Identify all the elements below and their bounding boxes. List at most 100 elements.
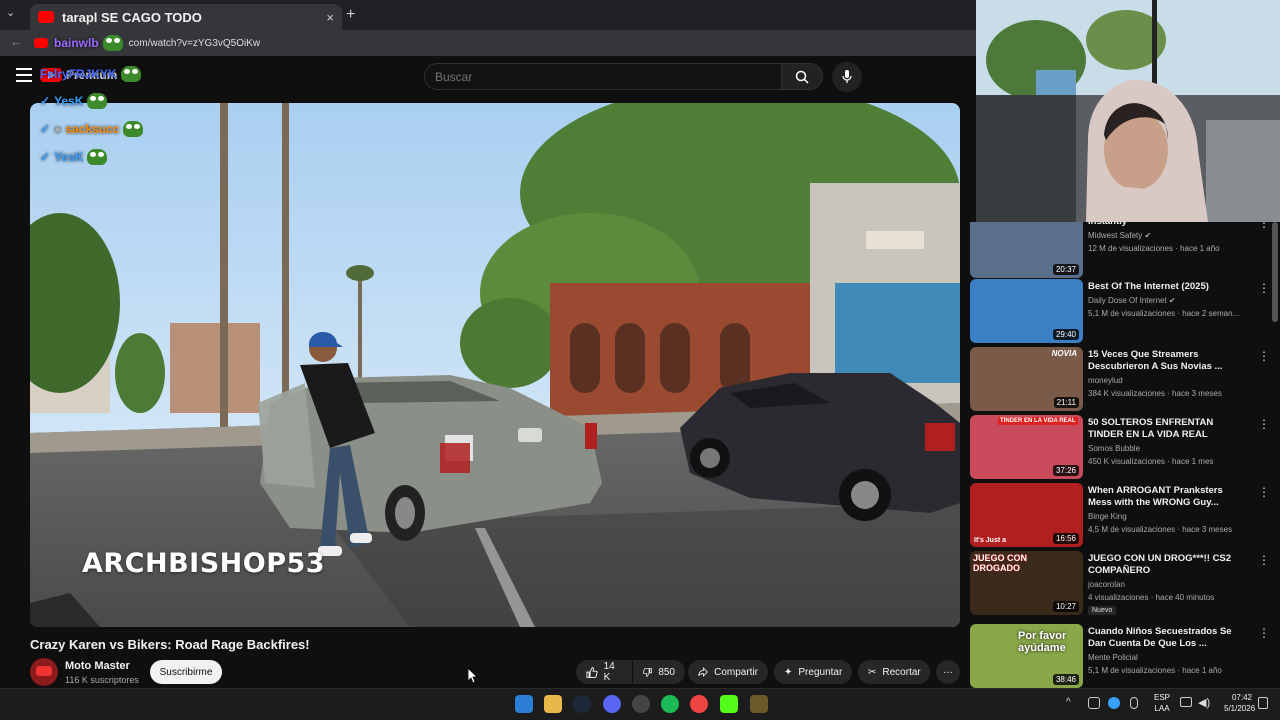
more-options-icon[interactable]: ⋮ (1258, 485, 1270, 499)
recommendation-title[interactable]: JUEGO CON UN DROG***!! CS2 COMPAÑERO (1088, 553, 1238, 577)
channel-name[interactable]: Moto Master (65, 660, 130, 672)
pepe-emote-icon (87, 93, 108, 109)
recommendation-title[interactable]: Best Of The Internet (2025) (1088, 281, 1238, 293)
sidebar-scrollbar[interactable] (1272, 222, 1278, 322)
spotify-icon[interactable] (661, 695, 679, 713)
recommendation-channel[interactable]: Somos Bubble (1088, 444, 1140, 453)
system-clock[interactable]: 07:42 5/1/2026 (1224, 692, 1255, 714)
channel-label: joacorolan (1088, 580, 1125, 589)
pepe-emote-icon (87, 149, 108, 165)
notification-bell-icon[interactable] (1258, 697, 1268, 709)
hamburger-menu-icon[interactable] (16, 68, 32, 82)
ask-button[interactable]: ✦ Preguntar (774, 660, 852, 684)
url-text: com/watch?v=zYG3vQ5OiKw (128, 37, 261, 49)
recommendation-meta: 12 M de visualizaciones · hace 1 año (1088, 244, 1220, 253)
search-button[interactable] (781, 63, 823, 90)
recommendation-item[interactable]: It's Just a 16:56 When ARROGANT Pranksters… (970, 483, 1270, 547)
recommendation-channel[interactable]: moneylud (1088, 376, 1123, 385)
recommendation-item[interactable]: TINDER EN LA VIDA REAL 37:26 50 SOLTEROS E… (970, 415, 1270, 479)
recommendation-channel[interactable]: Daily Dose Of Internet ✔ (1088, 296, 1176, 305)
video-thumbnail[interactable]: JUEGO CON DROGADO 10:27 (970, 551, 1083, 615)
tab-close-icon[interactable]: × (326, 10, 334, 25)
recommendation-meta: 450 K visualizaciones · hace 1 mes (1088, 457, 1214, 466)
channel-label: Mente Policial (1088, 653, 1138, 662)
chat-username: FelryFRJKYK (40, 67, 117, 81)
microphone-icon (842, 70, 852, 83)
channel-label: Daily Dose Of Internet (1088, 296, 1167, 305)
share-button[interactable]: Compartir (688, 660, 768, 684)
clip-button[interactable]: ✂ Recortar (858, 660, 930, 684)
check-badge-icon: ✓ (40, 122, 51, 136)
recommendation-title[interactable]: 50 SOLTEROS ENFRENTAN TINDER EN LA VIDA … (1088, 417, 1238, 441)
youtube-favicon-icon (34, 38, 48, 48)
recommendation-title[interactable]: Instantly (1088, 222, 1238, 228)
tray-app-icon[interactable] (1088, 697, 1100, 709)
video-thumbnail[interactable]: 20:37 (970, 222, 1083, 278)
recommendation-item[interactable]: NOVIA 21:11 15 Veces Que Streamers Descubr… (970, 347, 1270, 411)
file-explorer-icon[interactable] (544, 695, 562, 713)
channel-label: Midwest Safety (1088, 231, 1143, 240)
more-options-icon[interactable]: ⋮ (1258, 349, 1270, 363)
share-icon (698, 667, 708, 677)
kick-icon[interactable] (720, 695, 738, 713)
keyboard-language[interactable]: ESP LAA (1150, 692, 1174, 714)
thumbnail-text: TINDER EN LA VIDA REAL (998, 417, 1078, 425)
video-duration: 38:46 (1052, 674, 1079, 685)
volume-icon[interactable]: ◀) (1198, 696, 1210, 709)
video-thumbnail[interactable]: TINDER EN LA VIDA REAL 37:26 (970, 415, 1083, 479)
recommendation-title[interactable]: When ARROGANT Pranksters Mess with the W… (1088, 485, 1238, 509)
recommendation-channel[interactable]: Mente Policial (1088, 653, 1138, 662)
dislike-button[interactable]: 850 (633, 660, 685, 684)
subscribe-button[interactable]: Suscribirme (150, 660, 222, 684)
more-options-icon[interactable]: ⋮ (1258, 626, 1270, 640)
more-options-icon[interactable]: ⋮ (1258, 281, 1270, 295)
steam-icon[interactable] (573, 695, 591, 713)
more-actions-button[interactable]: ··· (936, 660, 960, 684)
more-options-icon[interactable]: ⋮ (1258, 417, 1270, 431)
like-count: 14 K (603, 661, 615, 683)
monitor-icon[interactable] (1180, 697, 1192, 707)
tray-shield-icon[interactable] (1108, 697, 1120, 709)
more-options-icon[interactable]: ⋮ (1258, 553, 1270, 567)
obs-icon[interactable] (632, 695, 650, 713)
video-thumbnail[interactable]: 29:40 (970, 279, 1083, 343)
like-button[interactable]: 14 K (576, 660, 632, 684)
recommendation-channel[interactable]: joacorolan (1088, 580, 1125, 589)
app-icon[interactable] (750, 695, 768, 713)
recommendation-item[interactable]: 20:37 Instantly Midwest Safety ✔ 12 M de vi… (970, 222, 1270, 278)
url-field[interactable]: bainwlb com/watch?v=zYG3vQ5OiKw (34, 33, 964, 53)
windows-start-icon[interactable] (515, 695, 533, 713)
recommendation-item[interactable]: JUEGO CON DROGADO 10:27 JUEGO CON UN DROG*… (970, 551, 1270, 615)
thumbs-down-icon (643, 667, 652, 677)
search-input[interactable] (424, 63, 782, 90)
recommendation-channel[interactable]: Binge King (1088, 512, 1127, 521)
new-tab-button[interactable]: + (346, 6, 355, 24)
video-duration: 20:37 (1052, 264, 1079, 275)
chat-overlay-line: ✓ YesK (40, 149, 108, 165)
chrome-icon[interactable] (690, 695, 708, 713)
back-arrow-icon[interactable]: ← (10, 34, 23, 49)
recommendation-meta: 384 K visualizaciones · hace 3 meses (1088, 389, 1222, 398)
tray-mic-icon[interactable] (1130, 697, 1138, 709)
recommendation-title[interactable]: 15 Veces Que Streamers Descubrieron A Su… (1088, 349, 1238, 373)
clock-time: 07:42 (1231, 693, 1252, 702)
video-thumbnail[interactable]: NOVIA 21:11 (970, 347, 1083, 411)
browser-tab[interactable]: tarapl SE CAGO TODO × (30, 4, 342, 30)
recommendation-item[interactable]: 29:40 Best Of The Internet (2025) Daily Do… (970, 279, 1270, 343)
badge-icon: ● (54, 122, 62, 136)
video-thumbnail[interactable]: Por favor ayúdame 38:46 (970, 624, 1083, 688)
recommendation-meta: 4,5 M de visualizaciones · hace 3 meses (1088, 525, 1233, 534)
voice-search-button[interactable] (832, 62, 862, 92)
thumbs-up-icon (586, 666, 598, 678)
tray-chevron-icon[interactable]: ^ (1066, 697, 1071, 708)
tab-search-icon[interactable]: ⌄ (6, 6, 15, 19)
check-badge-icon: ✓ (40, 94, 51, 108)
channel-avatar[interactable] (30, 658, 58, 686)
video-thumbnail[interactable]: It's Just a 16:56 (970, 483, 1083, 547)
recommendation-channel[interactable]: Midwest Safety ✔ (1088, 231, 1151, 240)
thumbnail-text: NOVIA (1051, 349, 1077, 358)
more-options-icon[interactable]: ⋮ (1258, 222, 1270, 230)
recommendation-item[interactable]: Por favor ayúdame 38:46 Cuando Niños Secue… (970, 624, 1270, 688)
discord-icon[interactable] (603, 695, 621, 713)
recommendation-title[interactable]: Cuando Niños Secuestrados Se Dan Cuenta … (1088, 626, 1238, 650)
